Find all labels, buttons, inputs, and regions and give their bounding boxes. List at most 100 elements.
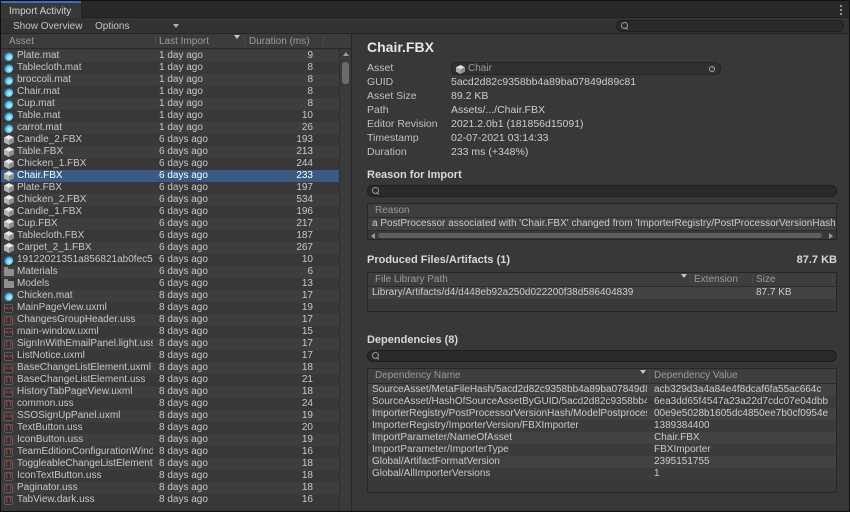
dependency-row[interactable]: ImportParameter/ImporterTypeFBXImporter [368, 444, 836, 456]
asset-name: broccoli.mat [17, 74, 153, 86]
show-overview-button[interactable]: Show Overview [9, 20, 86, 33]
reason-search[interactable] [367, 185, 837, 197]
options-dropdown[interactable]: Options [91, 20, 181, 33]
asset-last-import: 8 days ago [159, 386, 245, 398]
scroll-up-arrow-icon[interactable] [343, 52, 349, 56]
dependency-row[interactable]: SourceAsset/HashOfSourceAssetByGUID/5acd… [368, 396, 836, 408]
asset-duration: 8 [245, 74, 313, 86]
reason-table-header[interactable]: Reason [368, 204, 836, 218]
field-label: Asset [367, 62, 451, 76]
column-header-last-import[interactable]: Last Import [159, 36, 209, 47]
list-item[interactable]: {}TextButton.uss8 days ago20 [1, 422, 351, 434]
column-header-dependency-name[interactable]: Dependency Name [375, 369, 461, 382]
artifact-row[interactable]: Library/Artifacts/d4/d448eb92a250d022200… [368, 287, 836, 299]
list-item[interactable]: <>MainPageView.uxml8 days ago19 [1, 302, 351, 314]
list-item[interactable]: <>ListNotice.uxml8 days ago17 [1, 350, 351, 362]
scrollbar-thumb[interactable] [378, 233, 822, 238]
column-header-asset[interactable]: Asset [9, 36, 34, 47]
horizontal-scrollbar[interactable] [368, 230, 836, 239]
list-item[interactable]: Table.mat1 day ago10 [1, 110, 351, 122]
list-item[interactable]: Plate.mat1 day ago9 [1, 50, 351, 62]
list-item[interactable]: 19122021351a856821ab0fec586 days ago10 [1, 254, 351, 266]
column-header-extension[interactable]: Extension [694, 273, 738, 286]
dependency-row[interactable]: ImporterRegistry/ImporterVersion/FBXImpo… [368, 420, 836, 432]
asset-name: IconTextButton.uss [17, 470, 153, 482]
list-item[interactable]: <>HistoryTabPageView.uxml8 days ago18 [1, 386, 351, 398]
list-item[interactable]: Chicken_2.FBX6 days ago534 [1, 194, 351, 206]
list-item[interactable]: {}IconTextButton.uss8 days ago18 [1, 470, 351, 482]
search-icon [372, 352, 380, 360]
asset-last-import: 8 days ago [159, 470, 245, 482]
column-header-dependency-value[interactable]: Dependency Value [654, 369, 738, 382]
asset-name: Chair.mat [17, 86, 153, 98]
dependency-row[interactable]: ImportParameter/NameOfAssetChair.FBX [368, 432, 836, 444]
list-item[interactable]: Chair.FBX6 days ago233 [1, 170, 351, 182]
list-item[interactable]: Table.FBX6 days ago213 [1, 146, 351, 158]
reason-row[interactable]: a PostProcessor associated with 'Chair.F… [368, 218, 836, 230]
reason-search-input[interactable] [382, 186, 830, 196]
dependency-row[interactable]: ImporterRegistry/PostProcessorVersionHas… [368, 408, 836, 420]
list-item[interactable]: Models6 days ago13 [1, 278, 351, 290]
list-item[interactable]: {}ChangesGroupHeader.uss8 days ago17 [1, 314, 351, 326]
list-item[interactable]: {}SignInWithEmailPanel.light.uss8 days a… [1, 338, 351, 350]
list-item[interactable]: Chair.mat1 day ago8 [1, 86, 351, 98]
toolbar-search-input[interactable] [631, 21, 837, 31]
column-resize-handle[interactable] [323, 36, 324, 46]
column-header-duration[interactable]: Duration (ms) [249, 36, 310, 47]
chevron-down-icon[interactable] [173, 24, 179, 28]
dependency-row[interactable]: Global/AllImporterVersions1 [368, 468, 836, 480]
asset-duration: 19 [245, 302, 313, 314]
artifact-size: 87.7 KB [756, 287, 792, 299]
uss-icon: {} [4, 447, 14, 457]
list-item[interactable]: Chicken_1.FBX6 days ago244 [1, 158, 351, 170]
list-item[interactable]: Candle_2.FBX6 days ago193 [1, 134, 351, 146]
list-item[interactable]: {}ToggleableChangeListElement.u8 days ag… [1, 458, 351, 470]
scroll-right-arrow-icon[interactable] [829, 233, 833, 239]
list-item[interactable]: carrot.mat1 day ago26 [1, 122, 351, 134]
vertical-scrollbar[interactable] [339, 50, 351, 511]
list-item[interactable]: Chicken.mat8 days ago17 [1, 290, 351, 302]
column-resize-handle[interactable] [244, 36, 245, 46]
dependencies-search[interactable] [367, 350, 837, 362]
list-item[interactable]: Candle_1.FBX6 days ago196 [1, 206, 351, 218]
object-picker-icon[interactable] [709, 66, 715, 72]
dependency-value: FBXImporter [654, 444, 834, 456]
list-item[interactable]: {}TeamEditionConfigurationWindo8 days ag… [1, 446, 351, 458]
list-item[interactable]: {}BaseChangeListElement.uss8 days ago21 [1, 374, 351, 386]
list-item[interactable]: <>SSOSignUpPanel.uxml8 days ago19 [1, 410, 351, 422]
list-item[interactable]: Cup.FBX6 days ago217 [1, 218, 351, 230]
list-item[interactable]: Tablecloth.mat1 day ago8 [1, 62, 351, 74]
list-item[interactable]: {}TabView.dark.uss8 days ago16 [1, 494, 351, 506]
list-item[interactable]: Tablecloth.FBX6 days ago187 [1, 230, 351, 242]
dependency-row[interactable]: Global/ArtifactFormatVersion2395151755 [368, 456, 836, 468]
asset-object-field[interactable]: Chair [451, 62, 721, 75]
list-item[interactable]: Plate.FBX6 days ago197 [1, 182, 351, 194]
scroll-left-arrow-icon[interactable] [371, 233, 375, 239]
tab-import-activity[interactable]: Import Activity [1, 1, 81, 18]
field-label: Duration [367, 146, 451, 160]
list-item[interactable]: broccoli.mat1 day ago8 [1, 74, 351, 86]
column-resize-handle[interactable] [752, 275, 753, 284]
list-item[interactable]: {}common.uss8 days ago24 [1, 398, 351, 410]
toolbar-search[interactable] [616, 20, 844, 32]
column-resize-handle[interactable] [155, 36, 156, 46]
scrollbar-thumb[interactable] [342, 62, 349, 84]
list-item[interactable]: <>BaseChangeListElement.uxml8 days ago18 [1, 362, 351, 374]
asset-name: MainPageView.uxml [17, 302, 153, 314]
dependencies-search-input[interactable] [382, 351, 830, 361]
column-resize-handle[interactable] [690, 275, 691, 284]
column-header-size[interactable]: Size [756, 273, 775, 286]
list-item[interactable]: <>main-window.uxml8 days ago15 [1, 326, 351, 338]
list-item[interactable]: Cup.mat1 day ago8 [1, 98, 351, 110]
column-header-reason[interactable]: Reason [375, 204, 409, 217]
column-header-file-library-path[interactable]: File Library Path [375, 273, 448, 286]
list-item[interactable]: Carpet_2_1.FBX6 days ago267 [1, 242, 351, 254]
list-item[interactable]: {}IconButton.uss8 days ago19 [1, 434, 351, 446]
artifacts-table-header: File Library Path Extension Size [368, 273, 836, 287]
column-resize-handle[interactable] [832, 275, 833, 284]
dependency-row[interactable]: SourceAsset/MetaFileHash/5acd2d82c9358bb… [368, 384, 836, 396]
kebab-menu-icon[interactable] [840, 5, 843, 17]
list-item[interactable]: Materials6 days ago6 [1, 266, 351, 278]
list-item[interactable]: {}Paginator.uss8 days ago18 [1, 482, 351, 494]
column-resize-handle[interactable] [649, 371, 650, 381]
